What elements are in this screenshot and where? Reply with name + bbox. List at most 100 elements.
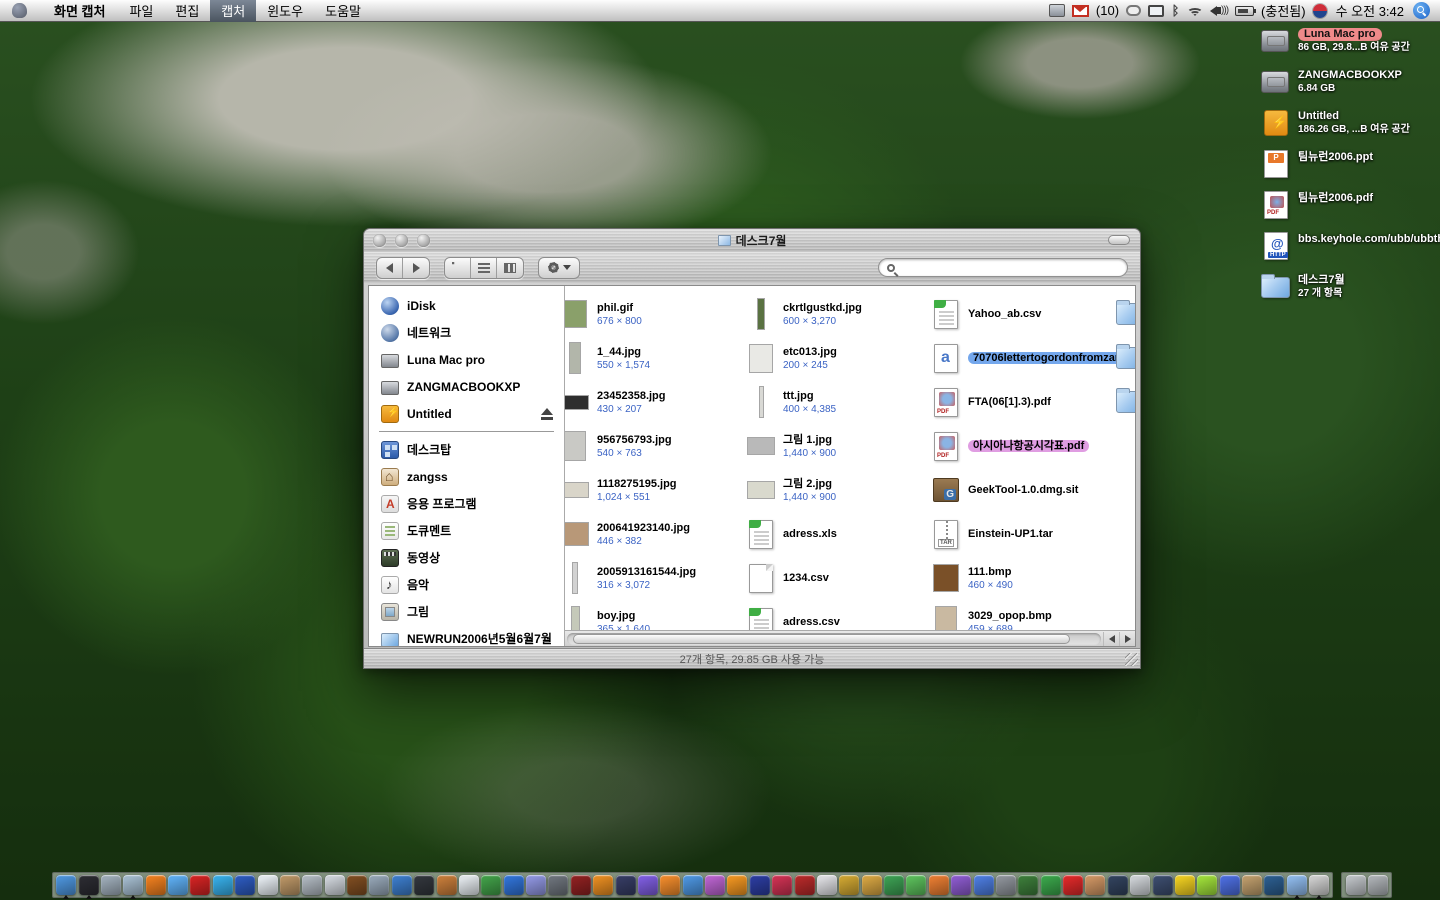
dock-icon-folder-apps[interactable] <box>1286 874 1308 896</box>
file-item[interactable]: ttt.jpg400 × 4,385 <box>745 380 930 424</box>
back-button[interactable] <box>377 258 403 278</box>
dock-icon-quicktime[interactable] <box>391 874 413 896</box>
input-language-flag-icon[interactable] <box>1313 2 1327 20</box>
file-item[interactable]: 1118275195.jpg1,024 × 551 <box>565 468 744 512</box>
dock-icon-trash[interactable] <box>1367 874 1389 896</box>
dock-icon-imovie[interactable] <box>368 874 390 896</box>
dock-icon-firefox[interactable] <box>145 874 167 896</box>
dock-icon-neooffice[interactable] <box>234 874 256 896</box>
dock-icon-projector[interactable] <box>547 874 569 896</box>
dock-icon-toys[interactable] <box>1219 874 1241 896</box>
menu-bar-clock[interactable]: 수 오전 3:42 <box>1334 1 1406 20</box>
file-item[interactable]: 그림 2.jpg1,440 × 900 <box>745 468 930 512</box>
dock-icon-photos-stack[interactable] <box>1308 874 1330 896</box>
dock-icon-ink-pen[interactable] <box>1107 874 1129 896</box>
menu-item-2[interactable]: 파일 <box>118 0 164 22</box>
file-item[interactable]: 200641923140.jpg446 × 382 <box>565 512 744 556</box>
dock-icon-msn-messenger[interactable] <box>973 874 995 896</box>
dock-icon-binoculars[interactable] <box>1152 874 1174 896</box>
mail-menu-icon[interactable] <box>1072 2 1089 20</box>
dock-icon-kite[interactable] <box>771 874 793 896</box>
dock-icon-dreamweaver[interactable] <box>1040 874 1062 896</box>
sidebar-item-bottom-3[interactable]: 응용 프로그램 <box>369 490 564 517</box>
menu-item-3[interactable]: 편집 <box>164 0 210 22</box>
file-item[interactable]: 956756793.jpg540 × 763 <box>565 424 744 468</box>
dock-icon-flask[interactable] <box>1196 874 1218 896</box>
dock-icon-wmv-player[interactable] <box>480 874 502 896</box>
desktop-icon-3[interactable]: Untitled186.26 GB, ...B 여유 공간 <box>1261 108 1426 138</box>
file-item[interactable] <box>1115 336 1135 380</box>
dock-icon-finder[interactable] <box>55 874 77 896</box>
file-item[interactable]: 2005913161544.jpg316 × 3,072 <box>565 556 744 600</box>
search-field[interactable] <box>878 258 1128 277</box>
dock-icon-crate[interactable] <box>1241 874 1263 896</box>
file-item[interactable]: 아시아나항공시각표.pdf <box>930 424 1115 468</box>
file-item[interactable]: 그림 1.jpg1,440 × 900 <box>745 424 930 468</box>
file-item[interactable]: 1234.csv <box>745 556 930 600</box>
sidebar-item-bottom-8[interactable]: NEWRUN2006년5월6월7월 <box>369 625 564 646</box>
desktop-icon-6[interactable]: bbs.keyhole.com/ubb/ubbthreads.php/Cat/0 <box>1261 231 1426 261</box>
scrollbar-thumb[interactable] <box>573 634 1070 644</box>
dock-icon-safari[interactable] <box>122 874 144 896</box>
displays-menu-icon[interactable] <box>1148 2 1164 20</box>
sidebar-item-top-4[interactable]: ZANGMACBOOKXP <box>369 373 564 400</box>
dock-icon-q-app[interactable] <box>950 874 972 896</box>
sidebar-item-bottom-6[interactable]: 음악 <box>369 571 564 598</box>
dock-icon-red-book[interactable] <box>570 874 592 896</box>
sidebar-item-bottom-7[interactable]: 그림 <box>369 598 564 625</box>
desktop-icon-4[interactable]: 팀뉴런2006.ppt <box>1261 149 1426 179</box>
sidebar-item-bottom-1[interactable]: 데스크탑 <box>369 436 564 463</box>
dock-icon-pencil-x[interactable] <box>816 874 838 896</box>
spotlight-icon[interactable] <box>1413 2 1434 20</box>
file-item[interactable]: ckrtlgustkd.jpg600 × 3,270 <box>745 292 930 336</box>
eject-icon[interactable] <box>540 408 554 420</box>
sidebar-item-top-2[interactable]: 네트워크 <box>369 319 564 346</box>
list-view-button[interactable] <box>471 258 497 278</box>
file-item[interactable]: Yahoo_ab.csv <box>930 292 1115 336</box>
dock-icon-acrobat[interactable] <box>794 874 816 896</box>
dock-icon-purple-swoosh[interactable] <box>637 874 659 896</box>
file-item[interactable]: 70706lettertogordonfromzang.doc <box>930 336 1115 380</box>
dock-icon-gold-clock[interactable] <box>838 874 860 896</box>
dock-icon-duck[interactable] <box>1174 874 1196 896</box>
dock-icon-striped-box[interactable] <box>615 874 637 896</box>
dock-icon-machard[interactable] <box>257 874 279 896</box>
file-item[interactable]: Einstein-UP1.tar <box>930 512 1115 556</box>
file-item[interactable] <box>1115 380 1135 424</box>
sidebar-item-bottom-4[interactable]: 도큐멘트 <box>369 517 564 544</box>
bluetooth-menu-icon[interactable]: ᛒ <box>1171 4 1180 18</box>
icon-view-button[interactable] <box>445 258 471 278</box>
wifi-menu-icon[interactable] <box>1187 2 1203 20</box>
desktop-icon-7[interactable]: 데스크7월27 개 항목 <box>1261 272 1426 302</box>
sync-menu-icon[interactable] <box>1049 2 1065 20</box>
horizontal-scrollbar[interactable] <box>565 630 1135 646</box>
dock-icon-orange-app[interactable] <box>592 874 614 896</box>
sidebar-item-top-3[interactable]: Luna Mac pro <box>369 346 564 373</box>
file-item[interactable]: GeekTool-1.0.dmg.sit <box>930 468 1115 512</box>
menu-item-5[interactable]: 윈도우 <box>256 0 314 22</box>
dock-icon-flash-player[interactable] <box>1062 874 1084 896</box>
forward-button[interactable] <box>403 258 429 278</box>
volume-menu-icon[interactable]: ))) <box>1210 2 1228 20</box>
dock-icon-entourage[interactable] <box>905 874 927 896</box>
dock-icon-msn-box[interactable] <box>525 874 547 896</box>
action-menu-button[interactable] <box>538 257 580 279</box>
battery-menu-icon[interactable] <box>1235 2 1254 20</box>
dock-icon-word[interactable] <box>883 874 905 896</box>
dock-icon-blue-feather[interactable] <box>682 874 704 896</box>
dock-icon-orange-feather[interactable] <box>659 874 681 896</box>
dock-icon-docklet[interactable] <box>1345 874 1367 896</box>
desktop-icon-5[interactable]: 팀뉴런2006.pdf <box>1261 190 1426 220</box>
dock-icon-powerpoint[interactable] <box>928 874 950 896</box>
sidebar-item-top-1[interactable]: iDisk <box>369 292 564 319</box>
dock-icon-gold-puzzle[interactable] <box>861 874 883 896</box>
file-item[interactable]: FTA(06[1].3).pdf <box>930 380 1115 424</box>
file-item[interactable]: phil.gif676 × 800 <box>565 292 744 336</box>
file-item[interactable]: etc013.jpg200 × 245 <box>745 336 930 380</box>
dock-icon-ichat[interactable] <box>167 874 189 896</box>
menu-item-6[interactable]: 도움말 <box>314 0 372 22</box>
search-input[interactable] <box>900 262 1119 274</box>
dock-icon-film-slate[interactable] <box>413 874 435 896</box>
menu-item-1[interactable]: 화면 캡처 <box>41 0 118 22</box>
dock-icon-blue-star[interactable] <box>749 874 771 896</box>
